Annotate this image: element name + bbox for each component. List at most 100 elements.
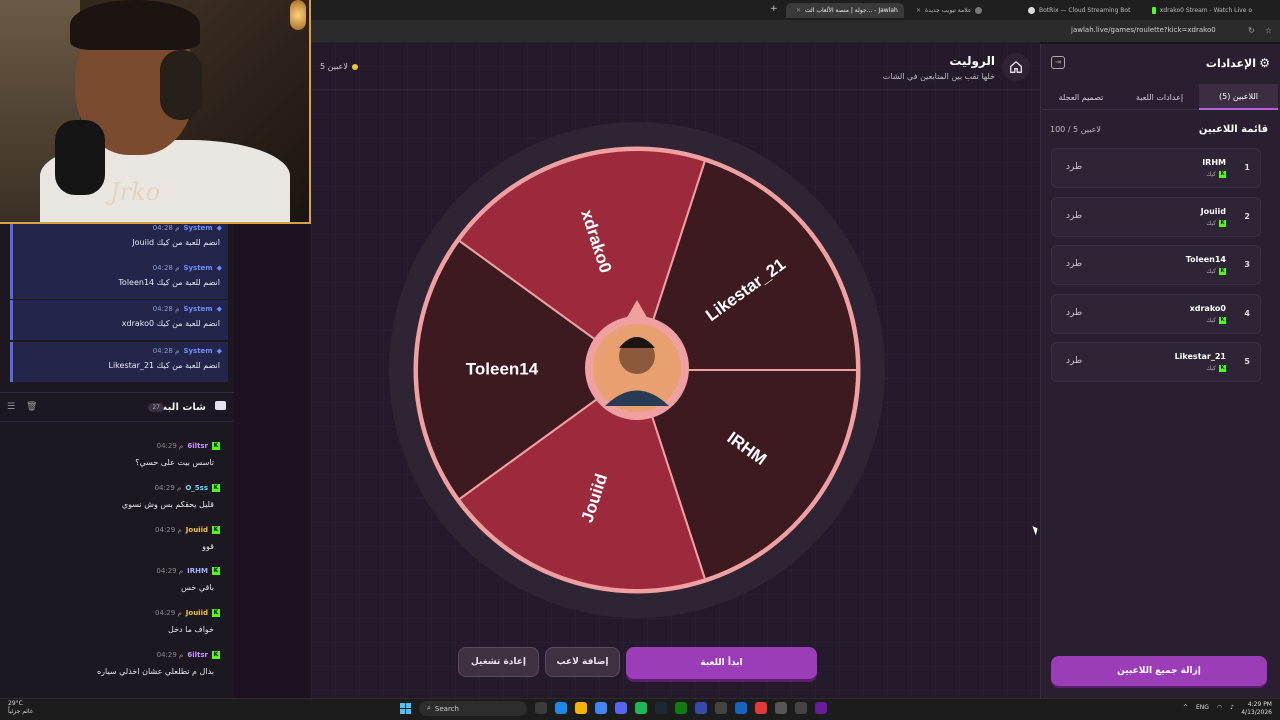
app-icon[interactable] [795, 702, 807, 714]
start-game-button[interactable]: ابدأ اللعبة [626, 647, 817, 679]
edge-icon[interactable] [555, 702, 567, 714]
kick-icon: K [212, 651, 220, 659]
status-dot-icon [351, 63, 358, 70]
app-icon[interactable] [715, 702, 727, 714]
player-name: Likestar_21 [1174, 352, 1226, 361]
tab-jawlah[interactable]: ✕ جولة | منصة الألعاب الت... - Jawlah [786, 3, 904, 18]
shield-icon: ◆ [216, 347, 222, 355]
light-icon [290, 0, 306, 30]
chat-header: شات البث 27 🗑 ☰ [0, 392, 234, 422]
kick-icon: K [212, 609, 220, 617]
system-message: 04:28 م System ◆ Likestar_21 انضم للعبة من… [10, 342, 228, 382]
kick-button[interactable]: طرد [1066, 356, 1082, 366]
kick-icon: K [1219, 365, 1226, 372]
youtube-icon[interactable] [755, 702, 767, 714]
remove-all-players-button[interactable]: إزالة جميع اللاعبين [1051, 656, 1267, 686]
restart-button[interactable]: إعادة تشغيل [458, 647, 539, 677]
app-icon[interactable] [695, 702, 707, 714]
kick-icon: K [1219, 171, 1226, 178]
tab-new[interactable]: ✕ علامة تبويب جديدة [906, 3, 1016, 18]
shield-icon: ◆ [216, 264, 222, 272]
players-list-count: 100 / 5 لاعبين [1050, 125, 1101, 134]
gear-icon: ⚙ [1259, 56, 1270, 70]
player-count: 5 لاعبين [320, 62, 358, 71]
headset-icon [160, 50, 202, 120]
twitch-icon[interactable] [815, 702, 827, 714]
tab-wheel-design[interactable]: تصميم العجلة [1042, 84, 1120, 110]
kick-icon: K [1219, 268, 1226, 275]
shield-icon: ◆ [216, 224, 222, 232]
reload-icon[interactable]: ↻ [1248, 26, 1255, 35]
game-title: الروليت [949, 54, 995, 68]
wifi-icon[interactable]: ◠ [1217, 704, 1222, 711]
player-row: 5 Likestar_21 كيك K طرد [1051, 342, 1261, 382]
player-row: 1 IRHM كيك K طرد [1051, 148, 1261, 188]
player-row: 4 xdrako0 كيك K طرد [1051, 294, 1261, 334]
volume-icon[interactable]: ♪ [1230, 704, 1234, 711]
add-player-button[interactable]: إضافة لاعب [545, 647, 620, 677]
tab-kick-stream[interactable]: xdrako0 Stream - Watch Live o [1146, 3, 1258, 18]
taskbar-apps [535, 702, 827, 714]
menu-lines-icon[interactable]: ☰ [7, 402, 15, 412]
close-icon[interactable]: ✕ [796, 7, 801, 14]
chat-bubble-icon [215, 401, 226, 410]
tab-game-settings[interactable]: إعدادات اللعبة [1120, 84, 1199, 110]
tab-players[interactable]: اللاعبين (5) [1199, 84, 1278, 110]
globe-icon [975, 7, 983, 14]
chrome-icon[interactable] [595, 702, 607, 714]
spotify-icon[interactable] [635, 702, 647, 714]
kick-icon [1152, 7, 1156, 14]
chat-message: 04:29 م 6iltsr K تاسس بيت على حسي؟ [135, 442, 220, 467]
steam-icon[interactable] [655, 702, 667, 714]
kick-button[interactable]: طرد [1066, 211, 1082, 221]
webcam-hair [70, 0, 200, 50]
chevron-up-icon[interactable]: ^ [1183, 704, 1188, 711]
bookmark-icon[interactable]: ☆ [1265, 26, 1272, 35]
task-view-icon[interactable] [535, 702, 547, 714]
shield-icon: ◆ [216, 305, 222, 313]
collapse-panel-icon[interactable]: ⇥ [1051, 56, 1065, 69]
player-name: Toleen14 [1185, 255, 1226, 264]
taskbar-clock[interactable]: 4:29 PM 4/13/2026 [1241, 701, 1272, 717]
home-button[interactable] [1002, 53, 1030, 81]
chat-message: 04:29 م Jouiid K قوو [155, 526, 220, 551]
chat-message: 04:29 م Jouiid K خواف ما دخل [155, 609, 220, 634]
botrix-icon [1028, 7, 1035, 14]
kick-button[interactable]: طرد [1066, 259, 1082, 269]
browser-actions: ↻ ☆ [1248, 26, 1272, 35]
kick-icon: K [1219, 220, 1226, 227]
player-row: 3 Toleen14 كيك K طرد [1051, 245, 1261, 285]
home-icon [1010, 60, 1022, 73]
settings-title: الإعدادات [1205, 57, 1256, 70]
wheel-segment-label: Toleen14 [466, 359, 539, 378]
player-row: 2 Jouiid كيك K طرد [1051, 197, 1261, 237]
weather-widget[interactable]: 29°C غائم جزئياً [8, 700, 33, 716]
webcam-overlay: Jrko [0, 0, 311, 224]
kick-icon: K [212, 567, 220, 575]
discord-icon[interactable] [615, 702, 627, 714]
roulette-wheel[interactable]: xdrako0 Likestar_21 IRHM Jouiid Toleen14 [387, 120, 887, 620]
viewer-count-badge: 27 [148, 402, 164, 412]
tab-botrix[interactable]: BotRix — Cloud Streaming Bot [1022, 3, 1140, 18]
new-tab-button[interactable]: + [770, 4, 778, 14]
windows-start-icon[interactable] [400, 703, 411, 714]
player-name: IRHM [1202, 158, 1226, 167]
signature-logo: Jrko [110, 178, 161, 206]
file-explorer-icon[interactable] [575, 702, 587, 714]
game-subtitle: خلها تقب بين المتابعين في الشات [882, 72, 995, 81]
search-icon: ⌕ [427, 704, 431, 712]
xbox-icon[interactable] [675, 702, 687, 714]
player-name: Jouiid [1200, 207, 1226, 216]
kick-button[interactable]: طرد [1066, 162, 1082, 172]
kick-icon: K [212, 526, 220, 534]
chat-message: 04:29 م 6iltsr K بدال م تطلعلي عشان اخذلي … [96, 651, 220, 676]
trash-icon[interactable]: 🗑 [26, 402, 37, 412]
close-icon[interactable]: ✕ [916, 7, 921, 14]
obs-icon[interactable] [775, 702, 787, 714]
url-field[interactable]: jawlah.live/games/roulette?kick=xdrako0 [1071, 26, 1216, 34]
chat-message: 04:29 م IRHM K باقي خس [156, 567, 220, 592]
kick-button[interactable]: طرد [1066, 308, 1082, 318]
app-icon[interactable] [735, 702, 747, 714]
kick-icon: K [1219, 317, 1226, 324]
taskbar-search[interactable]: ⌕ Search [419, 701, 527, 716]
